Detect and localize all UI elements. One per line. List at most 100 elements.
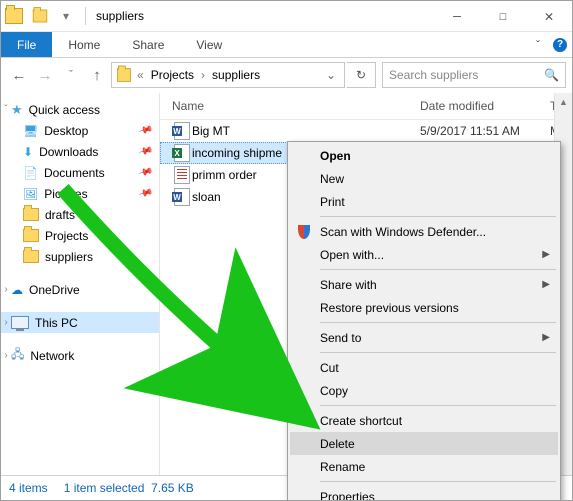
- menu-item-delete[interactable]: Delete: [290, 432, 558, 455]
- sidebar-item-projects[interactable]: Projects: [1, 225, 159, 246]
- status-item-count: 4 items: [9, 481, 48, 495]
- minimize-button[interactable]: —: [434, 1, 480, 31]
- excel-file-icon: [172, 144, 192, 162]
- sidebar-item-suppliers[interactable]: suppliers: [1, 246, 159, 267]
- quick-access-header[interactable]: ˇ ★ Quick access: [1, 99, 159, 120]
- sidebar-item-pictures[interactable]: 🖼Pictures📌: [1, 183, 159, 204]
- menu-item-open[interactable]: Open: [290, 144, 558, 167]
- maximize-button[interactable]: ☐: [480, 1, 526, 31]
- pdf-file-icon: [172, 166, 192, 184]
- menu-separator: [320, 269, 556, 270]
- menu-label: Copy: [320, 384, 348, 398]
- menu-label: Open: [320, 149, 351, 163]
- menu-label: Create shortcut: [320, 414, 402, 428]
- refresh-button[interactable]: ↻: [347, 62, 376, 88]
- pin-icon: 📌: [137, 123, 153, 139]
- folder-icon: [116, 67, 132, 83]
- tab-view[interactable]: View: [180, 32, 238, 57]
- sidebar-item-downloads[interactable]: ⬇Downloads📌: [1, 141, 159, 162]
- up-button[interactable]: ↑: [85, 63, 109, 87]
- file-row[interactable]: Big MT5/9/2017 11:51 AMMi: [160, 120, 572, 142]
- pin-icon: 📌: [137, 165, 153, 181]
- network-header[interactable]: ›🖧Network: [1, 345, 159, 366]
- document-icon: 📄: [23, 166, 38, 180]
- column-name[interactable]: Name: [172, 99, 420, 113]
- folder-icon: [23, 208, 39, 221]
- chevron-right-icon: ▶: [542, 249, 550, 260]
- back-button[interactable]: ←: [7, 63, 31, 87]
- menu-label: Print: [320, 195, 345, 209]
- quick-access-toolbar-icon[interactable]: [31, 7, 49, 25]
- menu-separator: [320, 481, 556, 482]
- star-icon: ★: [11, 102, 23, 118]
- chevron-right-icon: ›: [1, 317, 11, 328]
- menu-label: Rename: [320, 460, 365, 474]
- ribbon-tabs: File Home Share View ˇ ?: [1, 32, 572, 58]
- chevron-icon[interactable]: «: [134, 68, 147, 82]
- tab-home[interactable]: Home: [52, 32, 116, 57]
- chevron-right-icon[interactable]: ›: [198, 68, 208, 82]
- address-bar[interactable]: « Projects › suppliers ⌄: [111, 62, 345, 88]
- menu-item-scan-with-windows-defender[interactable]: Scan with Windows Defender...: [290, 220, 558, 243]
- word-file-icon: [172, 188, 192, 206]
- column-headers: Name Date modified Ty: [160, 93, 572, 120]
- chevron-right-icon: ▶: [542, 279, 550, 290]
- menu-item-open-with[interactable]: Open with...▶: [290, 243, 558, 266]
- close-button[interactable]: ✕: [526, 1, 572, 31]
- search-input[interactable]: Search suppliers 🔍: [382, 62, 566, 88]
- file-name: Big MT: [192, 124, 420, 138]
- desktop-icon: 🖥: [23, 124, 38, 138]
- menu-item-rename[interactable]: Rename: [290, 455, 558, 478]
- folder-icon: [23, 229, 39, 242]
- menu-item-print[interactable]: Print: [290, 190, 558, 213]
- help-button[interactable]: ?: [548, 32, 572, 57]
- folder-icon: [5, 7, 23, 25]
- address-toolbar: ← → ˇ ↑ « Projects › suppliers ⌄ ↻ Searc…: [1, 58, 572, 92]
- folder-icon: [23, 250, 39, 263]
- menu-separator: [320, 216, 556, 217]
- pictures-icon: 🖼: [23, 187, 38, 201]
- search-icon: 🔍: [544, 68, 559, 82]
- sidebar-item-desktop[interactable]: 🖥Desktop📌: [1, 120, 159, 141]
- status-selection: 1 item selected 7.65 KB: [64, 481, 194, 495]
- onedrive-header[interactable]: ›☁OneDrive: [1, 279, 159, 300]
- menu-item-send-to[interactable]: Send to▶: [290, 326, 558, 349]
- download-icon: ⬇: [23, 145, 33, 159]
- menu-item-new[interactable]: New: [290, 167, 558, 190]
- tab-share[interactable]: Share: [116, 32, 180, 57]
- forward-button[interactable]: →: [33, 63, 57, 87]
- address-dropdown-icon[interactable]: ⌄: [322, 68, 340, 82]
- ribbon-expand-icon[interactable]: ˇ: [528, 32, 548, 57]
- menu-label: Delete: [320, 437, 355, 451]
- menu-item-restore-previous-versions[interactable]: Restore previous versions: [290, 296, 558, 319]
- title-bar: ▾ suppliers — ☐ ✕: [1, 1, 572, 32]
- sidebar-item-documents[interactable]: 📄Documents📌: [1, 162, 159, 183]
- file-tab[interactable]: File: [1, 32, 52, 57]
- menu-label: New: [320, 172, 344, 186]
- menu-separator: [320, 322, 556, 323]
- breadcrumb[interactable]: Projects: [149, 68, 196, 82]
- menu-label: Scan with Windows Defender...: [320, 225, 486, 239]
- qat-dropdown-icon[interactable]: ▾: [57, 7, 75, 25]
- sidebar-item-drafts[interactable]: drafts: [1, 204, 159, 225]
- chevron-right-icon: ›: [1, 284, 11, 295]
- scroll-up-icon[interactable]: ▲: [555, 93, 572, 110]
- menu-label: Share with: [320, 278, 377, 292]
- explorer-window: ▾ suppliers — ☐ ✕ File Home Share View ˇ…: [0, 0, 573, 501]
- menu-item-copy[interactable]: Copy: [290, 379, 558, 402]
- column-date[interactable]: Date modified: [420, 99, 550, 113]
- menu-item-share-with[interactable]: Share with ▶: [290, 273, 558, 296]
- menu-label: Properties: [320, 490, 375, 501]
- menu-label: Cut: [320, 361, 339, 375]
- breadcrumb[interactable]: suppliers: [210, 68, 262, 82]
- this-pc-header[interactable]: ›This PC: [1, 312, 159, 333]
- recent-dropdown[interactable]: ˇ: [59, 63, 83, 87]
- menu-item-create-shortcut[interactable]: Create shortcut: [290, 409, 558, 432]
- menu-label: Send to: [320, 331, 361, 345]
- onedrive-icon: ☁: [11, 283, 23, 297]
- pc-icon: [11, 316, 29, 329]
- menu-item-cut[interactable]: Cut: [290, 356, 558, 379]
- menu-separator: [320, 405, 556, 406]
- pin-icon: 📌: [137, 144, 153, 160]
- menu-item-properties[interactable]: Properties: [290, 485, 558, 501]
